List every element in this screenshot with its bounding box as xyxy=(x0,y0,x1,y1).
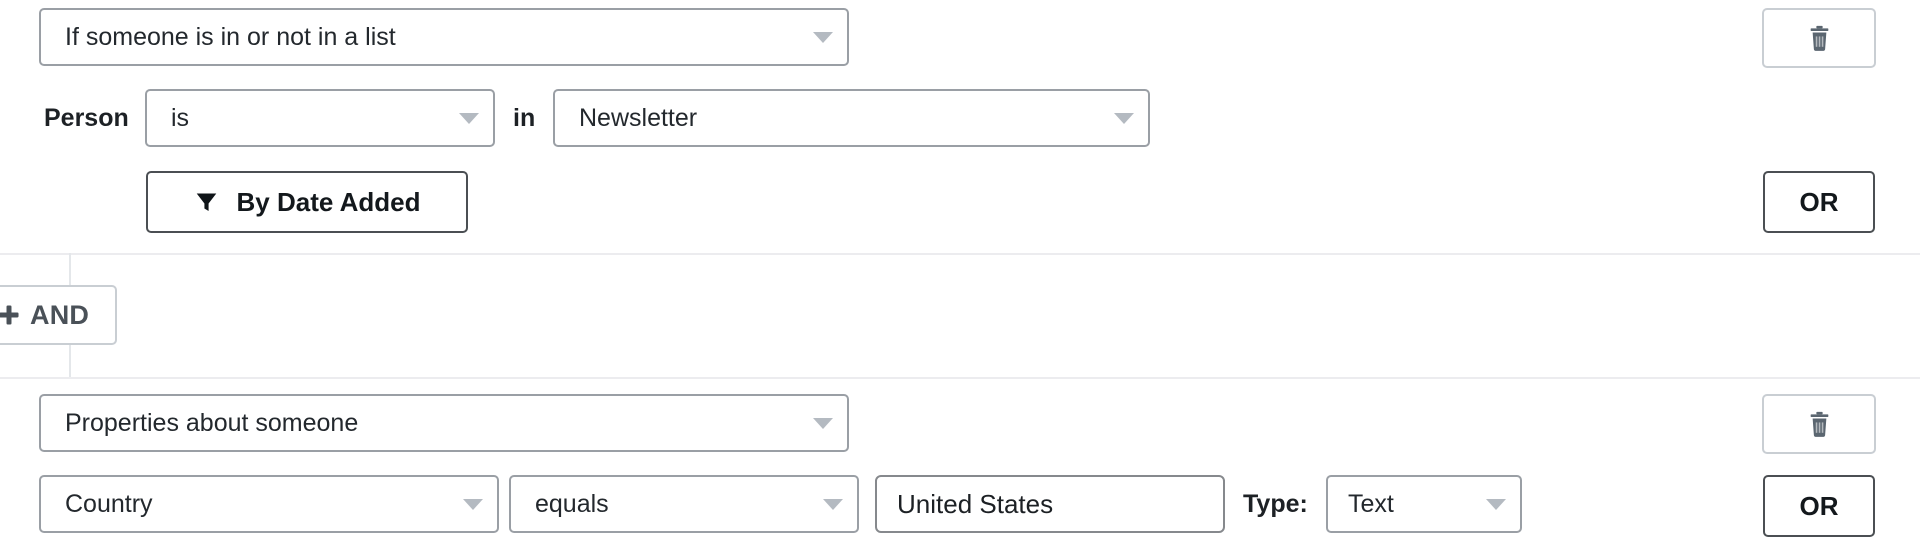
property-comparator-select[interactable]: equals xyxy=(509,475,859,533)
condition-type-select[interactable]: If someone is in or not in a list xyxy=(39,8,849,66)
by-date-added-label: By Date Added xyxy=(236,186,421,217)
chevron-down-icon xyxy=(1486,498,1506,510)
chevron-down-icon xyxy=(823,498,843,510)
add-or-condition-button[interactable]: OR xyxy=(1763,171,1875,233)
condition-type-select[interactable]: Properties about someone xyxy=(39,394,849,452)
join-label: in xyxy=(513,104,536,132)
trash-icon xyxy=(1810,25,1828,51)
chevron-down-icon xyxy=(459,112,479,124)
property-comparator-value: equals xyxy=(535,489,609,518)
or-button-label: OR xyxy=(1799,186,1839,217)
plus-icon xyxy=(0,305,19,325)
condition-group-list-membership: If someone is in or not in a list Person… xyxy=(0,0,1920,253)
add-and-group-label: AND xyxy=(30,299,90,330)
trash-icon xyxy=(1810,411,1828,437)
condition-group-person-properties: Properties about someone Country equals … xyxy=(0,379,1920,554)
property-type-select[interactable]: Text xyxy=(1326,475,1522,533)
property-value-text: United States xyxy=(897,488,1054,519)
property-type-value: Text xyxy=(1348,489,1394,518)
chevron-down-icon xyxy=(813,31,833,43)
chevron-down-icon xyxy=(1114,112,1134,124)
chevron-down-icon xyxy=(813,417,833,429)
list-name-select[interactable]: Newsletter xyxy=(553,89,1150,147)
list-operator-select[interactable]: is xyxy=(145,89,495,147)
property-type-label: Type: xyxy=(1243,490,1308,518)
property-value-input[interactable]: United States xyxy=(875,475,1225,533)
list-name-value: Newsletter xyxy=(579,103,698,132)
person-prefix-label: Person xyxy=(44,104,129,132)
segment-condition-builder: If someone is in or not in a list Person… xyxy=(0,0,1920,554)
group-divider-top xyxy=(0,253,1920,255)
chevron-down-icon xyxy=(463,498,483,510)
property-name-value: Country xyxy=(65,489,153,518)
condition-type-value: Properties about someone xyxy=(65,408,359,437)
filter-icon xyxy=(196,193,216,211)
or-button-label: OR xyxy=(1799,490,1839,521)
add-or-condition-button[interactable]: OR xyxy=(1763,475,1875,537)
add-and-group-button[interactable]: AND xyxy=(0,285,118,345)
delete-condition-button[interactable] xyxy=(1762,8,1876,68)
property-name-select[interactable]: Country xyxy=(39,475,499,533)
list-operator-value: is xyxy=(171,103,190,132)
delete-condition-button[interactable] xyxy=(1762,394,1876,454)
by-date-added-button[interactable]: By Date Added xyxy=(146,171,468,233)
condition-type-value: If someone is in or not in a list xyxy=(65,22,396,51)
